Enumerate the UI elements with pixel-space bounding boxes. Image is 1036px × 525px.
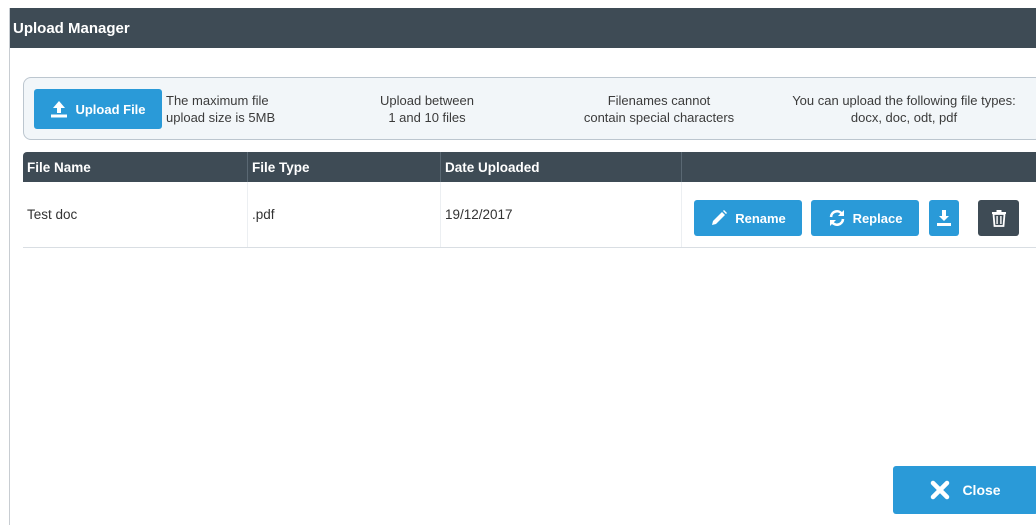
close-button[interactable]: Close — [893, 466, 1036, 514]
filename-rules-info: Filenames cannot contain special characte… — [583, 93, 735, 125]
download-icon — [936, 209, 952, 227]
column-header-date-uploaded[interactable]: Date Uploaded — [441, 152, 682, 182]
refresh-icon — [828, 209, 846, 227]
close-x-icon — [930, 480, 950, 500]
files-table-header: File Name File Type Date Uploaded — [23, 152, 1036, 182]
pencil-icon — [710, 209, 728, 227]
rename-label: Rename — [735, 210, 786, 226]
upload-file-label: Upload File — [75, 101, 146, 117]
column-header-file-type[interactable]: File Type — [248, 152, 441, 182]
file-type-cell: .pdf — [248, 182, 441, 247]
upload-file-button[interactable]: Upload File — [34, 89, 162, 129]
file-count-info: Upload between 1 and 10 files — [380, 93, 474, 125]
column-header-actions — [682, 152, 1036, 182]
file-types-info: You can upload the following file types:… — [792, 93, 1016, 125]
max-size-info: The maximum file upload size is 5MB — [166, 93, 276, 125]
dialog-title: Upload Manager — [10, 8, 1036, 48]
upload-icon — [50, 100, 68, 118]
rename-button[interactable]: Rename — [694, 200, 802, 236]
download-button[interactable] — [929, 200, 959, 236]
replace-button[interactable]: Replace — [811, 200, 919, 236]
replace-label: Replace — [852, 210, 903, 226]
close-label: Close — [962, 482, 1001, 498]
trash-icon — [991, 209, 1007, 227]
date-uploaded-cell: 19/12/2017 — [441, 182, 682, 247]
upload-info-panel: Upload File The maximum file upload size … — [23, 77, 1036, 140]
column-header-file-name[interactable]: File Name — [23, 152, 248, 182]
delete-button[interactable] — [978, 200, 1019, 236]
upload-manager-dialog: Upload Manager Upload File The maximum f… — [9, 8, 1036, 525]
table-row: Test doc .pdf 19/12/2017 Rename Replace — [23, 182, 1036, 248]
file-name-cell: Test doc — [23, 182, 248, 247]
